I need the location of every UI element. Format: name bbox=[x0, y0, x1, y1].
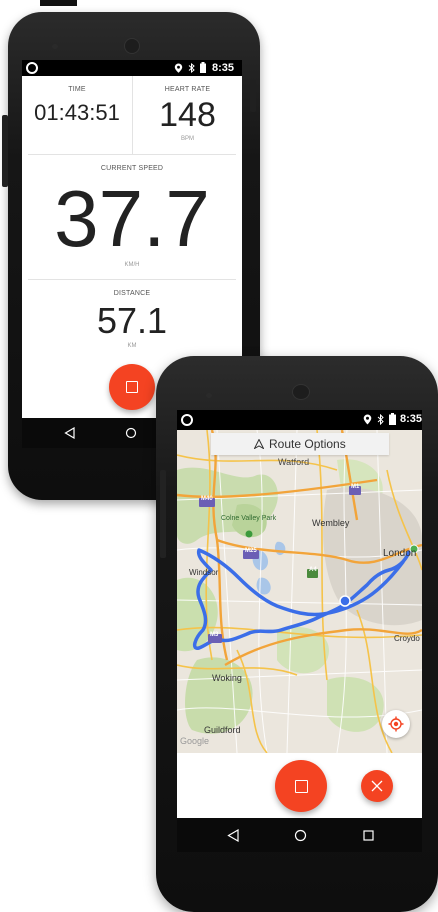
home-icon[interactable] bbox=[294, 829, 307, 842]
map-label-croydon: Croydo bbox=[394, 634, 420, 643]
my-location-button[interactable] bbox=[382, 710, 410, 738]
volume-button bbox=[2, 115, 8, 187]
status-bar: 8:35 bbox=[177, 410, 422, 430]
speed-unit: KM/H bbox=[124, 262, 140, 268]
time-label: TIME bbox=[68, 86, 86, 93]
app-notification-icon bbox=[26, 62, 38, 74]
front-camera bbox=[292, 384, 310, 400]
close-button[interactable] bbox=[361, 770, 393, 802]
bluetooth-icon bbox=[188, 63, 195, 73]
map-label-london: London bbox=[383, 548, 417, 559]
volume-button bbox=[160, 470, 166, 558]
map-label-colne-valley-park: Colne Valley Park bbox=[221, 515, 277, 522]
divider bbox=[28, 154, 236, 155]
back-icon[interactable] bbox=[227, 829, 239, 842]
speed-label: CURRENT SPEED bbox=[100, 165, 164, 172]
map[interactable] bbox=[177, 430, 422, 753]
map-label-wembley: Wembley bbox=[312, 518, 350, 528]
close-icon bbox=[371, 780, 383, 792]
road-label-m25: M25 bbox=[245, 548, 257, 554]
top-edge-bar bbox=[40, 0, 77, 6]
my-location-icon bbox=[388, 716, 404, 732]
map-label-watford: Watford bbox=[278, 457, 310, 467]
heart-rate-value: 148 bbox=[159, 96, 216, 134]
bluetooth-icon bbox=[377, 414, 384, 425]
distance-label: DISTANCE bbox=[113, 290, 151, 297]
battery-icon bbox=[200, 62, 206, 73]
map-label-woking: Woking bbox=[212, 673, 242, 683]
battery-icon bbox=[389, 413, 396, 425]
route-options-label: Route Options bbox=[269, 437, 346, 451]
road-label-m3: M3 bbox=[210, 632, 219, 638]
stop-icon bbox=[126, 381, 138, 393]
map-label-windsor: Windsor bbox=[189, 568, 219, 577]
distance-value: 57.1 bbox=[96, 300, 168, 341]
speaker bbox=[52, 44, 58, 49]
power-button bbox=[250, 80, 256, 112]
front-camera bbox=[124, 38, 140, 54]
heart-rate-unit: BPM bbox=[180, 136, 194, 142]
navigation-arrow-icon bbox=[254, 439, 264, 449]
back-icon[interactable] bbox=[64, 427, 75, 439]
time-value: 01:43:51 bbox=[34, 100, 120, 125]
road-label-m40: M40 bbox=[201, 496, 213, 502]
park-marker bbox=[245, 530, 253, 538]
road-label-m1: M1 bbox=[351, 484, 360, 490]
app-notification-icon bbox=[181, 414, 193, 426]
location-pin-icon bbox=[174, 63, 183, 73]
status-time: 8:35 bbox=[212, 62, 235, 74]
current-position-marker bbox=[339, 595, 351, 607]
home-icon[interactable] bbox=[125, 427, 137, 439]
heart-rate-label: HEART RATE bbox=[164, 86, 211, 93]
speaker bbox=[206, 393, 212, 398]
stop-button[interactable] bbox=[275, 760, 327, 812]
google-logo: Google bbox=[180, 736, 210, 746]
distance-unit: KM bbox=[127, 343, 137, 349]
route-options-button[interactable]: Route Options bbox=[211, 433, 389, 455]
nav-bar bbox=[177, 818, 422, 852]
map-label-guildford: Guildford bbox=[204, 725, 241, 735]
route-map-screen: Watford M40 M1 Colne Valley Park Wembley… bbox=[177, 430, 422, 818]
recents-icon[interactable] bbox=[363, 830, 374, 841]
status-bar: 8:35 bbox=[22, 60, 242, 76]
location-pin-icon bbox=[363, 414, 372, 425]
road-label-a4: A4 bbox=[309, 567, 317, 573]
divider bbox=[28, 279, 236, 280]
speed-value: 37.7 bbox=[54, 174, 210, 263]
stop-icon bbox=[295, 780, 308, 793]
status-time: 8:35 bbox=[400, 413, 423, 425]
stop-button[interactable] bbox=[109, 364, 155, 410]
